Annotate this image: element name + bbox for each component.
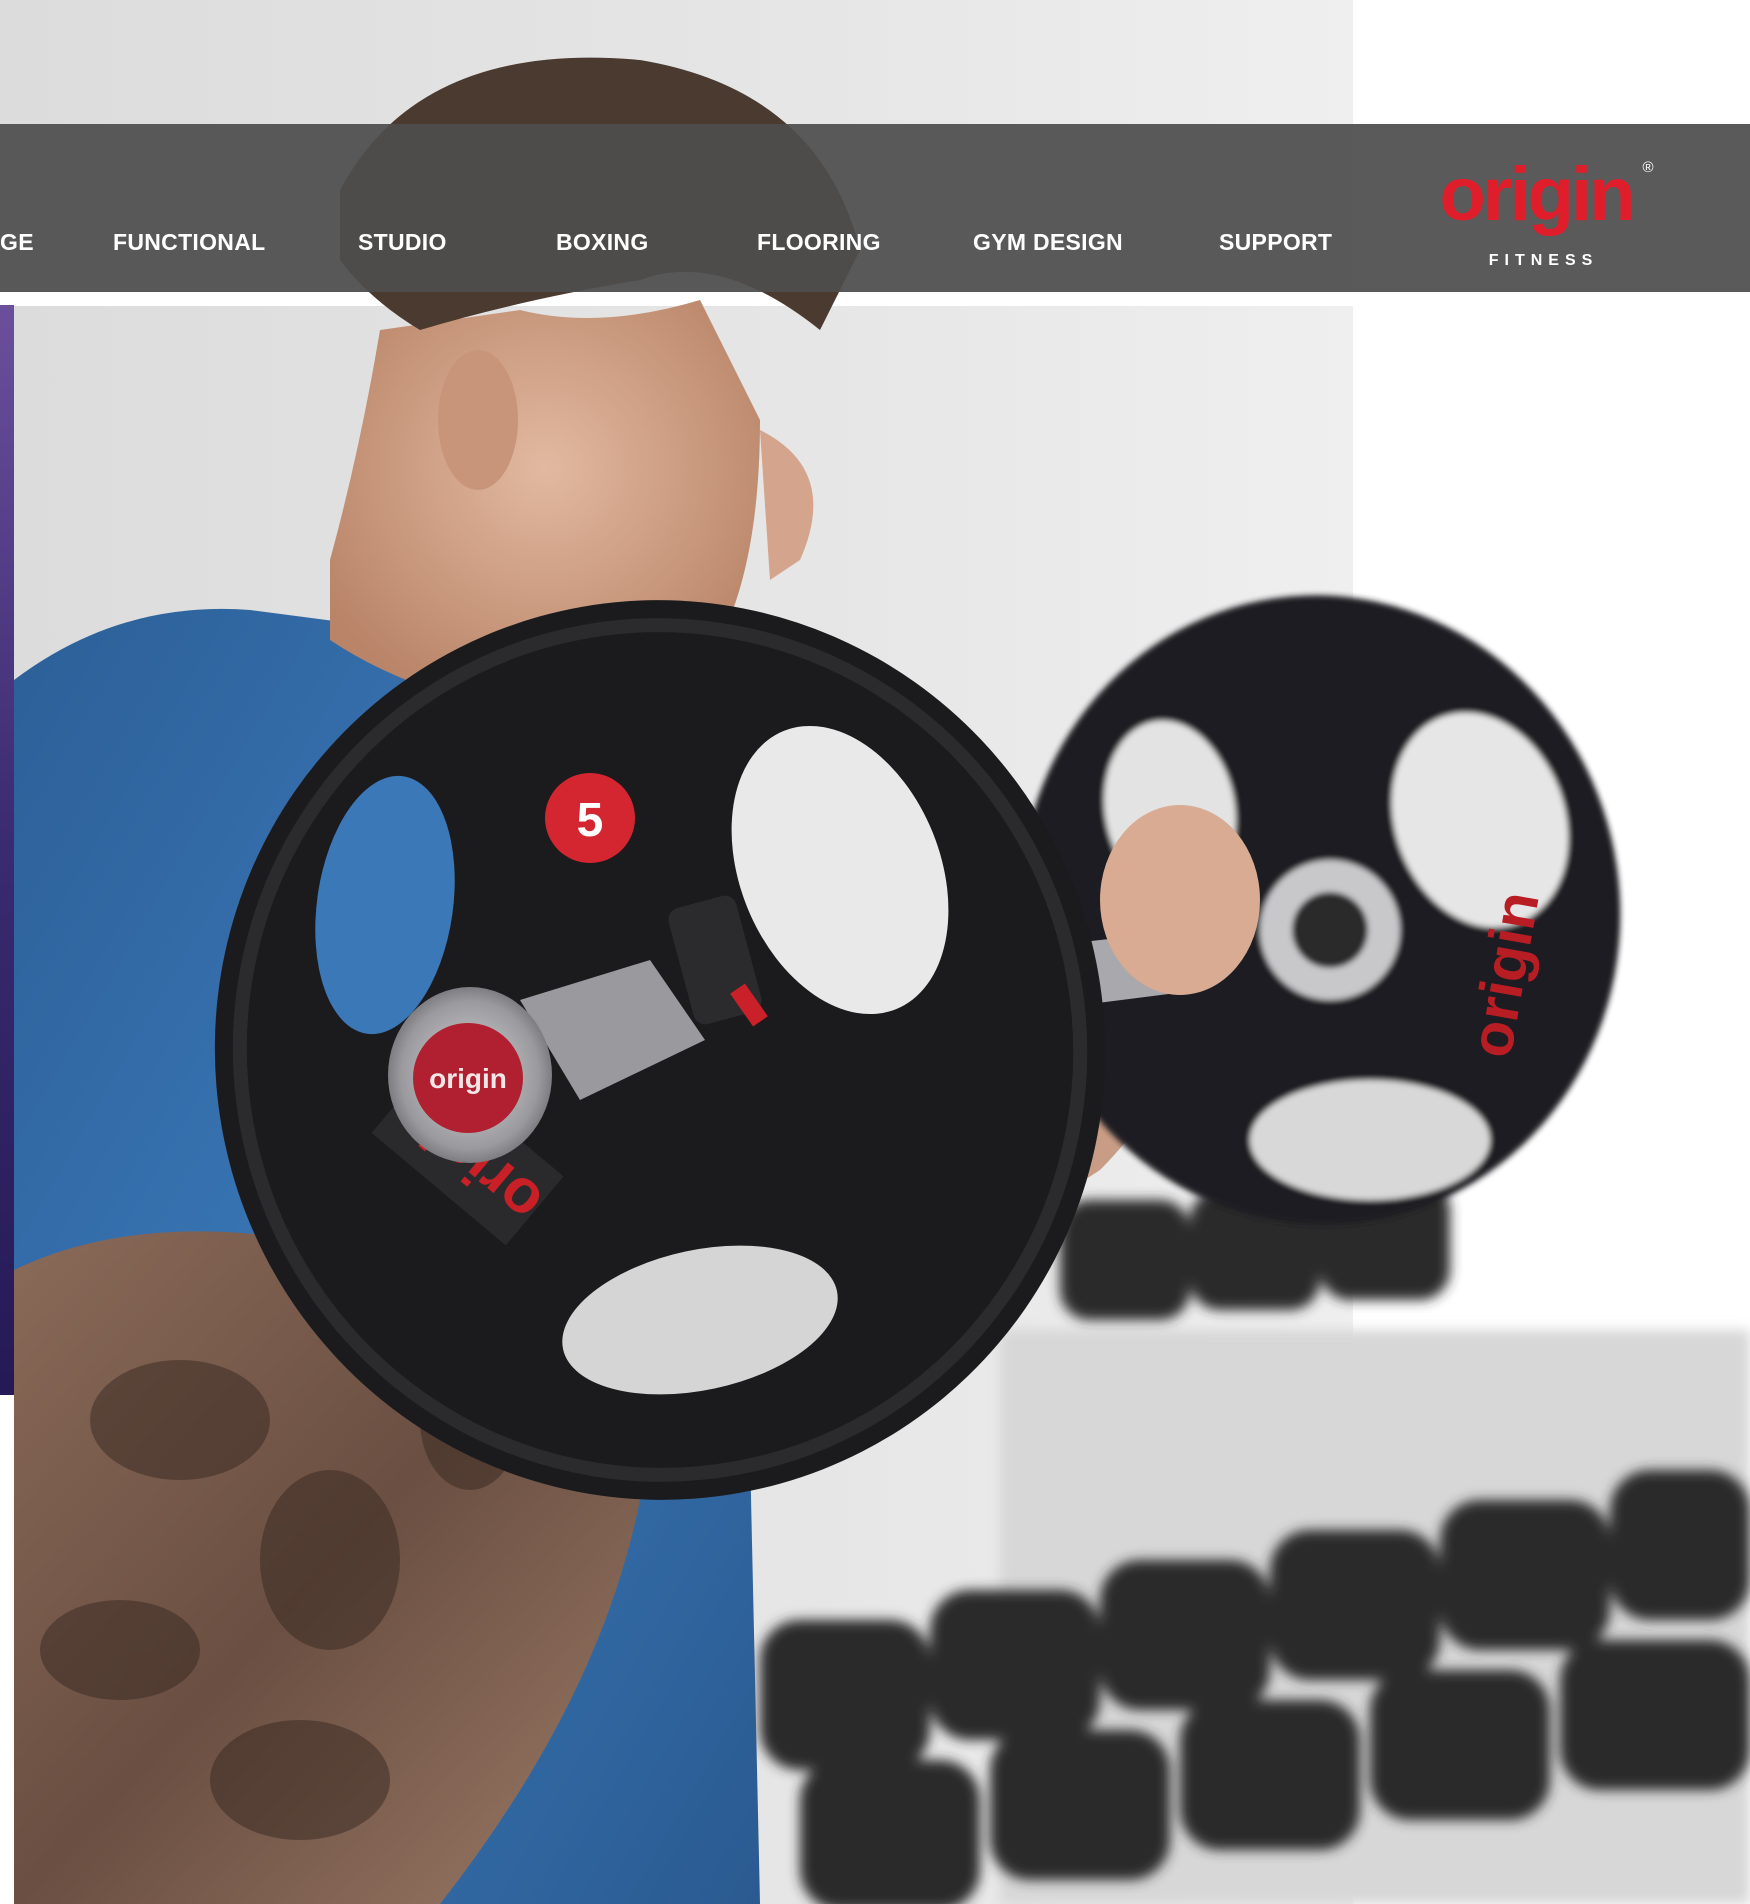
nav-item-boxing[interactable]: BOXING [556,229,649,256]
nav-item-flooring[interactable]: FLOORING [757,229,881,256]
nav-item-gym-design[interactable]: GYM DESIGN [973,229,1123,256]
svg-text:®: ® [1642,159,1653,176]
svg-text:5: 5 [577,794,604,847]
svg-text:origin: origin [429,1063,507,1094]
page: origin 5 origin origin GE FUNCTIONAL STU… [0,0,1750,1904]
accent-strip [0,305,14,1395]
nav-item-partial[interactable]: GE [0,229,34,256]
logo-tagline: FITNESS [1488,252,1599,269]
nav-item-studio[interactable]: STUDIO [358,229,447,256]
svg-text:origin: origin [1439,152,1632,237]
nav-item-functional[interactable]: FUNCTIONAL [113,229,265,256]
nav-item-support[interactable]: SUPPORT [1219,229,1332,256]
